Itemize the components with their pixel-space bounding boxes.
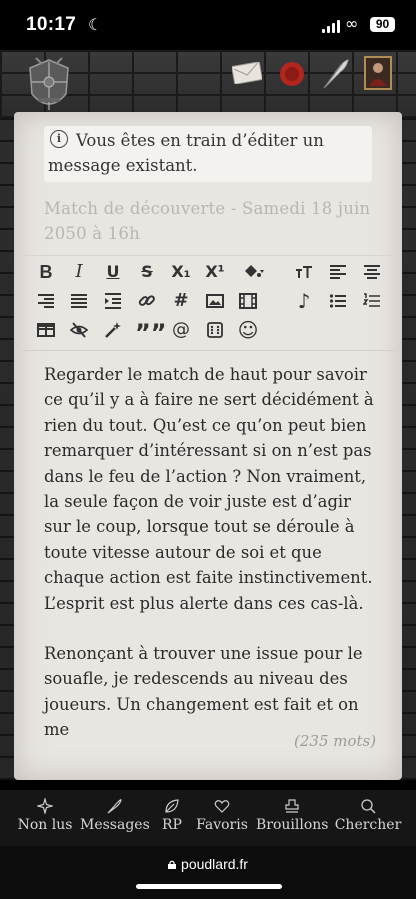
search-icon — [361, 799, 376, 814]
editor-paragraph: Regarder le match de haut pour savoir ce… — [44, 365, 374, 613]
sparkle-icon — [37, 798, 53, 814]
hogwarts-crest-logo[interactable] — [24, 54, 74, 116]
nav-item-messages[interactable]: Messages — [80, 790, 150, 846]
numbered-list-icon[interactable] — [360, 289, 384, 313]
link-icon[interactable] — [135, 289, 159, 313]
music-icon[interactable]: ♪ — [292, 289, 316, 313]
wax-seal-icon[interactable] — [278, 60, 306, 88]
indent-icon[interactable] — [101, 289, 125, 313]
lock-icon — [168, 860, 177, 869]
status-bar: 10:17 ☾ ∞ 90 — [0, 0, 416, 50]
mail-icon[interactable] — [232, 62, 262, 84]
url-field[interactable]: poudlard.fr — [0, 856, 416, 872]
nav-label: Messages — [80, 817, 150, 833]
heart-icon — [214, 800, 230, 813]
leaf-icon — [165, 799, 179, 813]
subject-input[interactable]: Match de découverte - Samedi 18 juin 205… — [44, 196, 374, 246]
home-indicator[interactable] — [136, 884, 282, 889]
align-left-icon[interactable] — [326, 260, 350, 284]
nav-label: Chercher — [334, 817, 402, 833]
quote-icon[interactable]: ”” — [135, 318, 167, 347]
magic-wand-icon[interactable] — [101, 318, 125, 342]
superscript-button[interactable]: X¹ — [203, 260, 227, 284]
bold-button[interactable]: B — [34, 260, 58, 284]
bottom-nav: Non lus Messages RP Favoris Brouillons C… — [0, 790, 416, 846]
nav-label: Brouillons — [256, 817, 329, 833]
nav-label: Non lus — [17, 817, 73, 833]
text-size-icon[interactable] — [292, 260, 316, 284]
quill-icon — [107, 799, 122, 814]
align-center-icon[interactable] — [360, 260, 384, 284]
nav-item-brouillons[interactable]: Brouillons — [256, 790, 329, 846]
battery-icon: 90 — [370, 17, 395, 32]
nav-item-non-lus[interactable]: Non lus — [14, 790, 76, 846]
url-text: poudlard.fr — [181, 856, 248, 872]
word-count: (235 mots) — [294, 732, 377, 750]
strikethrough-button[interactable]: S — [135, 260, 159, 284]
quill-icon[interactable] — [320, 58, 350, 90]
table-icon[interactable] — [34, 318, 58, 342]
brick-wall-left — [0, 118, 14, 780]
edit-notice-text: Vous êtes en train d’éditer un message e… — [48, 131, 324, 175]
underline-button[interactable]: U — [101, 260, 125, 284]
subscript-button[interactable]: X₁ — [169, 260, 193, 284]
nav-item-rp[interactable]: RP — [154, 790, 190, 846]
dice-icon[interactable] — [203, 318, 227, 342]
bullet-list-icon[interactable] — [326, 289, 350, 313]
mention-icon[interactable]: @ — [169, 318, 193, 342]
message-editor[interactable]: Regarder le match de haut pour savoir ce… — [44, 362, 374, 768]
italic-button[interactable]: I — [67, 260, 91, 284]
align-justify-icon[interactable] — [67, 289, 91, 313]
fill-color-icon[interactable] — [236, 260, 272, 284]
hide-icon[interactable] — [67, 318, 91, 342]
nav-item-favoris[interactable]: Favoris — [194, 790, 250, 846]
stamp-icon — [285, 799, 299, 813]
image-icon[interactable] — [203, 289, 227, 313]
signal-icon — [322, 19, 342, 33]
portrait-icon[interactable] — [364, 56, 392, 90]
link-icon: ∞ — [345, 14, 359, 33]
brick-wall-right — [402, 118, 416, 780]
formatting-toolbar: B I U S X₁ X¹ # ♪ ”” @ ☺ — [22, 255, 396, 351]
nav-label: RP — [162, 817, 182, 833]
nav-item-chercher[interactable]: Chercher — [334, 790, 402, 846]
hashtag-icon[interactable]: # — [169, 289, 193, 313]
align-right-icon[interactable] — [34, 289, 58, 313]
smiley-icon[interactable]: ☺ — [236, 318, 260, 342]
status-time: 10:17 — [26, 14, 77, 35]
video-icon[interactable] — [236, 289, 260, 313]
nav-label: Favoris — [196, 817, 248, 833]
moon-icon: ☾ — [88, 15, 103, 34]
editor-paragraph: Renonçant à trouver une issue pour le so… — [44, 644, 363, 740]
browser-bar — [0, 846, 416, 899]
